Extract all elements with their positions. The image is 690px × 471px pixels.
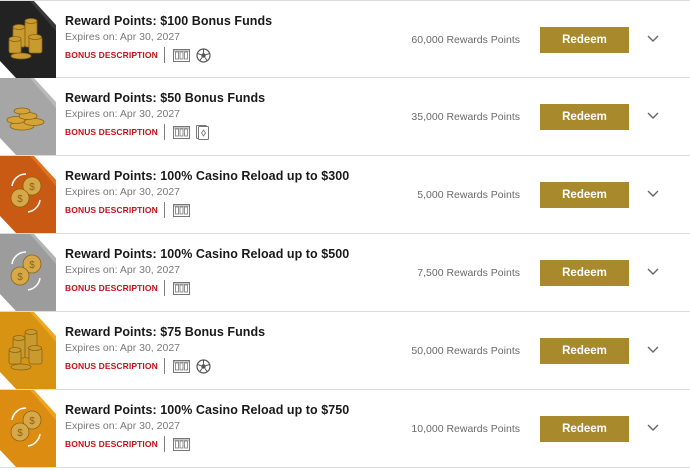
bonus-description-link[interactable]: BONUS DESCRIPTION [65,50,158,60]
reward-row: Reward Points: $50 Bonus Funds Expires o… [0,78,690,156]
svg-text:$: $ [29,260,35,271]
coin-reload-thumbnail: $ $ [0,234,56,311]
reward-meta: BONUS DESCRIPTION [65,123,215,141]
reward-meta: BONUS DESCRIPTION [65,357,217,375]
chevron-down-icon[interactable] [646,34,660,44]
reward-title: Reward Points: $50 Bonus Funds [65,91,266,105]
reward-row: $ $ Reward Points: 100% Casino Reload up… [0,156,690,234]
divider [163,124,165,140]
expiry-date: Expires on: Apr 30, 2027 [65,31,180,43]
reward-title: Reward Points: 100% Casino Reload up to … [65,247,350,261]
reward-row: Reward Points: $75 Bonus Funds Expires o… [0,312,690,390]
soccer-ball-icon [196,47,211,63]
rewards-points: 35,000 Rewards Points [411,111,520,123]
reward-meta: BONUS DESCRIPTION [65,435,196,453]
bonus-description-link[interactable]: BONUS DESCRIPTION [65,439,158,449]
rewards-points: 10,000 Rewards Points [411,423,520,435]
reward-meta: BONUS DESCRIPTION [65,46,217,64]
reward-title: Reward Points: 100% Casino Reload up to … [65,403,350,417]
coins-stack-thumbnail [0,1,56,78]
svg-text:$: $ [17,428,23,439]
reward-row: Reward Points: $100 Bonus Funds Expires … [0,0,690,78]
coin-reload-thumbnail: $ $ [0,156,56,233]
slots-icon [172,203,190,217]
redeem-button[interactable]: Redeem [540,260,629,286]
expiry-date: Expires on: Apr 30, 2027 [65,342,180,354]
rewards-points: 50,000 Rewards Points [411,345,520,357]
reward-meta: BONUS DESCRIPTION [65,279,196,297]
bonus-description-link[interactable]: BONUS DESCRIPTION [65,283,158,293]
bonus-description-link[interactable]: BONUS DESCRIPTION [65,127,158,137]
redeem-button[interactable]: Redeem [540,104,629,130]
coin-reload-thumbnail: $ $ [0,390,56,467]
playing-card-icon [195,124,209,140]
rewards-list: Reward Points: $100 Bonus Funds Expires … [0,0,690,471]
svg-text:$: $ [29,416,35,427]
svg-text:$: $ [29,182,35,193]
divider [163,47,165,63]
divider [163,280,165,296]
redeem-button[interactable]: Redeem [540,338,629,364]
reward-title: Reward Points: $100 Bonus Funds [65,14,273,28]
chevron-down-icon[interactable] [646,423,660,433]
divider [163,436,165,452]
svg-text:$: $ [17,272,23,283]
slots-icon [172,281,190,295]
divider [163,358,165,374]
expiry-date: Expires on: Apr 30, 2027 [65,186,180,198]
slots-icon [172,48,190,62]
reward-meta: BONUS DESCRIPTION [65,201,196,219]
chevron-down-icon[interactable] [646,267,660,277]
slots-icon [172,437,190,451]
reward-title: Reward Points: $75 Bonus Funds [65,325,266,339]
chevron-down-icon[interactable] [646,111,660,121]
svg-text:$: $ [17,194,23,205]
coins-pile-thumbnail [0,78,56,155]
rewards-points: 60,000 Rewards Points [411,34,520,46]
bonus-description-link[interactable]: BONUS DESCRIPTION [65,361,158,371]
redeem-button[interactable]: Redeem [540,182,629,208]
reward-title: Reward Points: 100% Casino Reload up to … [65,169,350,183]
expiry-date: Expires on: Apr 30, 2027 [65,264,180,276]
rewards-points: 7,500 Rewards Points [417,267,520,279]
reward-row: $ $ Reward Points: 100% Casino Reload up… [0,390,690,468]
chevron-down-icon[interactable] [646,189,660,199]
slots-icon [172,125,190,139]
bonus-description-link[interactable]: BONUS DESCRIPTION [65,205,158,215]
slots-icon [172,359,190,373]
redeem-button[interactable]: Redeem [540,416,629,442]
coins-stack-thumbnail [0,312,56,389]
divider [163,202,165,218]
rewards-points: 5,000 Rewards Points [417,189,520,201]
chevron-down-icon[interactable] [646,345,660,355]
redeem-button[interactable]: Redeem [540,27,629,53]
reward-row: $ $ Reward Points: 100% Casino Reload up… [0,234,690,312]
expiry-date: Expires on: Apr 30, 2027 [65,420,180,432]
soccer-ball-icon [196,358,211,374]
expiry-date: Expires on: Apr 30, 2027 [65,108,180,120]
